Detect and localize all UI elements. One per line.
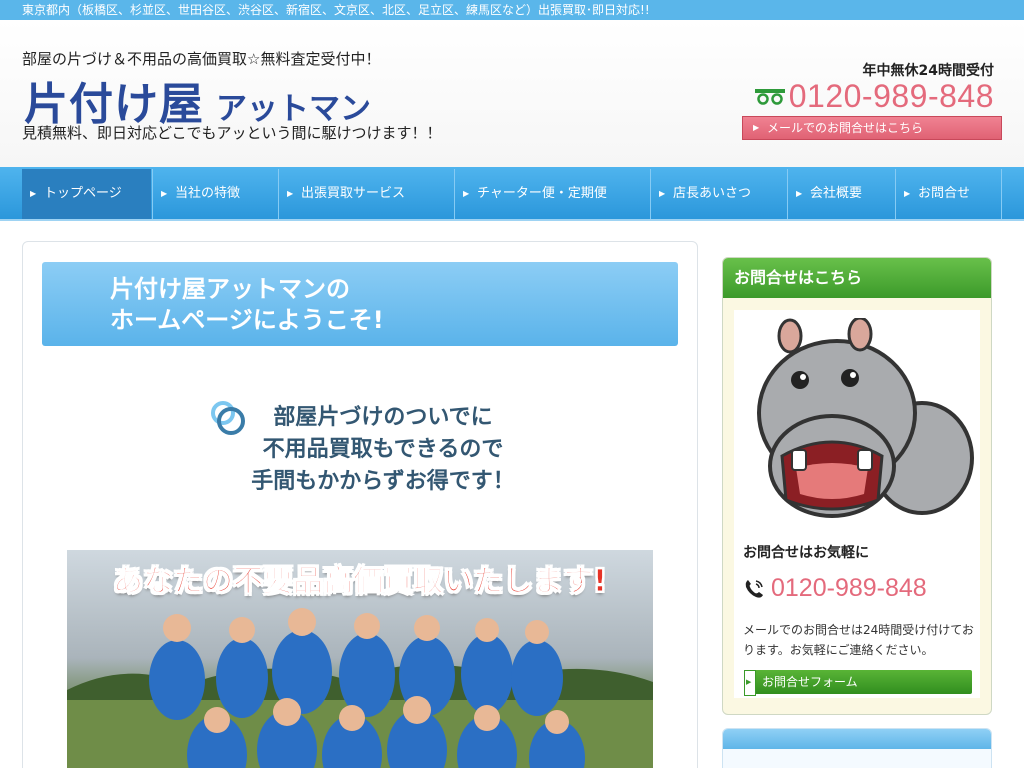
freedial-icon bbox=[754, 88, 785, 105]
photo-headline: あなたの不要品高価買取いたします! bbox=[113, 564, 608, 600]
nav-item-company[interactable]: 会社概要 bbox=[787, 169, 895, 219]
contact-form-button[interactable]: お問合せフォーム bbox=[744, 670, 972, 696]
welcome-banner: 片付け屋アットマンの ホームページにようこそ! bbox=[42, 262, 678, 346]
nav-item-features[interactable]: 当社の特徴 bbox=[152, 169, 278, 219]
main-content: 片付け屋アットマンの ホームページにようこそ! 部屋片づけのついでに 不用品買取… bbox=[22, 241, 698, 768]
staff-photo: あなたの不要品高価買取いたします! bbox=[67, 550, 653, 768]
top-area-banner: 東京都内（板橋区、杉並区、世田谷区、渋谷区、新宿区、文京区、北区、足立区、練馬区… bbox=[0, 0, 1024, 20]
side-phone-number: 0120-989-848 bbox=[771, 574, 927, 602]
contact-description: メールでのお問合せは24時間受け付けております。お気軽にご連絡ください。 bbox=[743, 623, 974, 657]
header-subtitle: 見積無料、即日対応どこでもアッという間に駆けつけます！！ bbox=[22, 124, 442, 142]
lead-line-1: 部屋片づけのついでに bbox=[273, 405, 493, 430]
hippo-mascot-icon bbox=[757, 318, 974, 518]
lead-line-3: 手間もかからずお得です！ bbox=[251, 469, 515, 494]
phone-icon bbox=[745, 579, 763, 598]
welcome-line-1: 片付け屋アットマンの bbox=[110, 275, 350, 303]
nav-item-greeting[interactable]: 店長あいさつ bbox=[650, 169, 787, 219]
business-hours: 年中無休24時間受付 bbox=[862, 63, 994, 79]
welcome-line-2: ホームページにようこそ! bbox=[110, 306, 384, 334]
contact-label: お問合せはお気軽に bbox=[743, 545, 869, 561]
nav-item-top[interactable]: トップページ bbox=[22, 169, 151, 219]
contact-box: お問合せはお気軽に 0120-989-848 メールでのお問合せは24時間受け付… bbox=[734, 310, 980, 698]
contact-sidebar-heading: お問合せはこちら bbox=[723, 258, 991, 298]
header-phone-number: 0120-989-848 bbox=[788, 78, 994, 114]
header-catchphrase: 部屋の片づけ＆不用品の高価買取☆無料査定受付中！ bbox=[22, 50, 381, 68]
mail-inquiry-button[interactable]: メールでのお問合せはこちら bbox=[742, 116, 1002, 140]
secondary-sidebar-box bbox=[722, 728, 992, 768]
secondary-sidebar-heading bbox=[723, 729, 991, 749]
lead-line-2: 不用品買取もできるので bbox=[262, 437, 504, 462]
nav-item-purchase-service[interactable]: 出張買取サービス bbox=[278, 169, 454, 219]
header-phone[interactable]: 0120-989-848 bbox=[754, 78, 994, 115]
contact-sidebar: お問合せはこちら お問合せはお気軽に 0120-989-848 メールでのお問合… bbox=[722, 257, 992, 715]
nav-item-charter[interactable]: チャーター便・定期便 bbox=[454, 169, 650, 219]
site-header: 部屋の片づけ＆不用品の高価買取☆無料査定受付中！ 片付け屋 アットマン 見積無料、… bbox=[0, 20, 1024, 167]
lead-message: 部屋片づけのついでに 不用品買取もできるので 手間もかからずお得です！ bbox=[213, 402, 553, 498]
global-nav: トップページ 当社の特徴 出張買取サービス チャーター便・定期便 店長あいさつ … bbox=[0, 167, 1024, 221]
side-phone[interactable]: 0120-989-848 bbox=[743, 574, 927, 603]
nav-item-contact[interactable]: お問合せ bbox=[895, 169, 1002, 219]
